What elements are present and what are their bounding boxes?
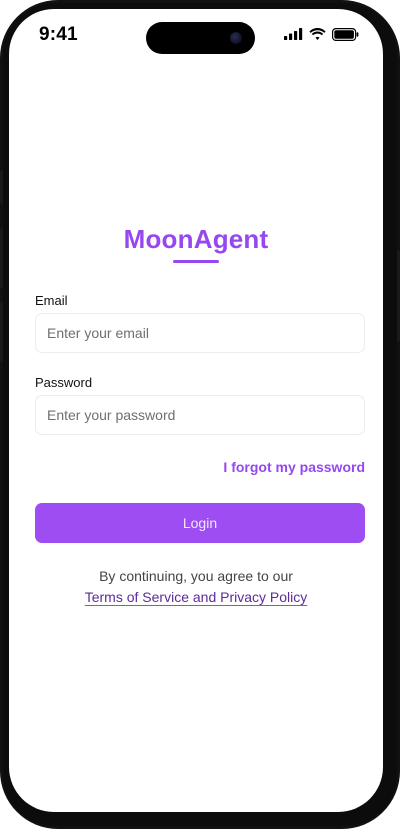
login-button[interactable]: Login — [35, 503, 365, 543]
cellular-signal-icon — [284, 28, 303, 40]
wifi-icon — [309, 28, 326, 40]
email-label: Email — [35, 293, 68, 308]
brand-underline — [173, 260, 219, 263]
action-button — [0, 170, 3, 204]
password-label: Password — [35, 375, 93, 390]
front-camera-icon — [230, 32, 242, 44]
forgot-password-link[interactable]: I forgot my password — [223, 459, 365, 475]
status-bar: 9:41 — [9, 9, 383, 59]
dynamic-island — [146, 22, 255, 54]
status-time: 9:41 — [39, 24, 78, 45]
brand-header: MoonAgent — [9, 224, 383, 263]
phone-screen: 9:41 MoonAgent Email Enter your email Pa… — [9, 9, 383, 812]
volume-up-button — [0, 228, 3, 288]
legal-prefix-text: By continuing, you agree to our — [99, 568, 293, 584]
app-logo-title: MoonAgent — [123, 224, 269, 254]
password-input[interactable] — [35, 395, 365, 435]
status-icons — [284, 26, 359, 42]
battery-icon — [332, 27, 359, 41]
phone-frame: 9:41 MoonAgent Email Enter your email Pa… — [0, 0, 400, 829]
home-indicator — [130, 799, 262, 804]
legal-notice: By continuing, you agree to our Terms of… — [9, 566, 383, 608]
volume-down-button — [0, 302, 3, 362]
terms-privacy-link[interactable]: Terms of Service and Privacy Policy — [85, 589, 308, 605]
email-input[interactable] — [35, 313, 365, 353]
